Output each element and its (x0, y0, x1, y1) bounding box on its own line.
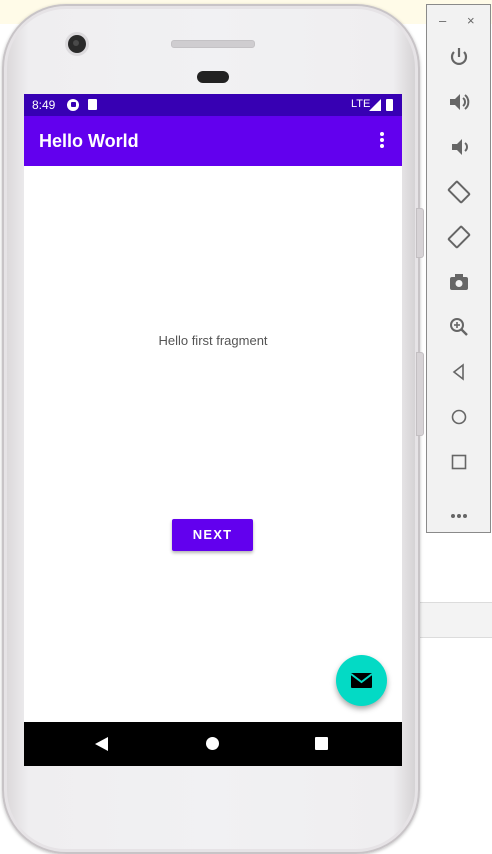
app-bar: Hello World (24, 116, 402, 166)
emulator-toolbar: – × (426, 4, 491, 533)
rotate-right-icon[interactable] (444, 222, 474, 252)
sd-card-icon (88, 99, 97, 110)
power-side-button (416, 352, 424, 436)
navigation-bar (24, 722, 402, 766)
camera-icon[interactable] (444, 267, 474, 297)
overflow-menu-icon[interactable] (373, 132, 391, 150)
home-icon[interactable] (444, 402, 474, 432)
volume-down-icon[interactable] (444, 132, 474, 162)
next-button[interactable]: NEXT (172, 519, 253, 551)
signal-icon (369, 99, 381, 111)
status-time: 8:49 (32, 98, 56, 112)
emulator-device-frame: 8:49 LTE Hello World Hello first fragmen… (2, 4, 420, 854)
host-background-panel (408, 602, 492, 638)
battery-icon (386, 99, 393, 111)
overview-icon[interactable] (444, 447, 474, 477)
back-icon[interactable] (95, 737, 108, 751)
volume-up-icon[interactable] (444, 87, 474, 117)
device-screen: 8:49 LTE Hello World Hello first fragmen… (24, 94, 402, 766)
zoom-icon[interactable] (444, 312, 474, 342)
email-fab[interactable] (336, 655, 387, 706)
close-button[interactable]: × (467, 13, 475, 28)
front-camera (68, 35, 86, 53)
rotate-left-icon[interactable] (444, 177, 474, 207)
more-icon[interactable] (451, 505, 469, 523)
status-bar: 8:49 LTE (24, 94, 402, 116)
recent-apps-icon[interactable] (315, 737, 328, 750)
home-icon[interactable] (206, 737, 219, 750)
minimize-button[interactable]: – (439, 13, 446, 28)
email-icon (350, 673, 373, 688)
power-icon[interactable] (444, 42, 474, 72)
network-type: LTE (351, 98, 371, 110)
proximity-sensor (197, 71, 229, 83)
notification-icon (67, 99, 79, 111)
fragment-message: Hello first fragment (158, 333, 268, 348)
back-icon[interactable] (444, 357, 474, 387)
app-title: Hello World (39, 131, 139, 151)
fragment-content: Hello first fragment NEXT (24, 166, 402, 722)
earpiece-speaker (171, 40, 255, 48)
volume-side-button (416, 208, 424, 258)
